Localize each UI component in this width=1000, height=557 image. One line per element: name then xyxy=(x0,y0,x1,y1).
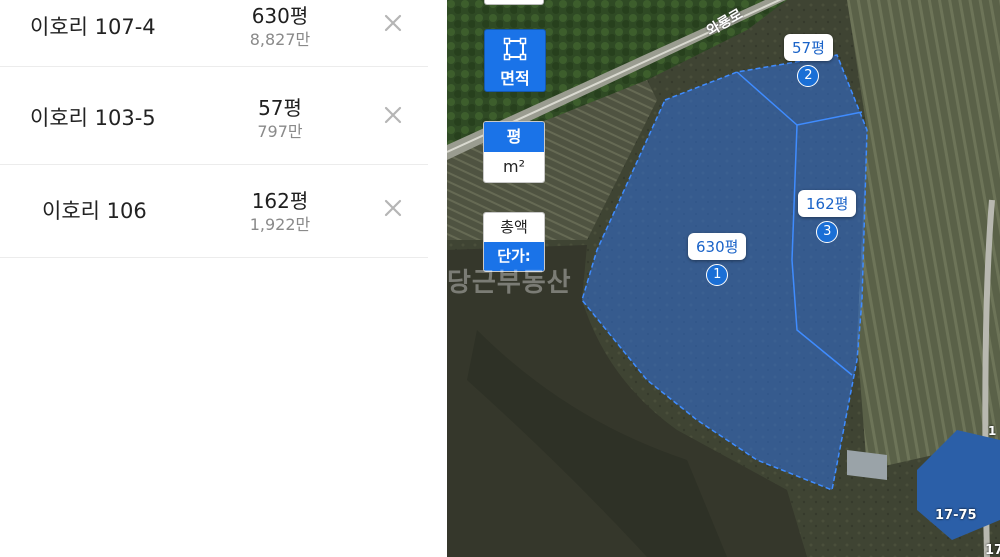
area-measure-button[interactable]: 면적 xyxy=(484,29,546,92)
area-button-label: 면적 xyxy=(500,69,530,88)
marker-label: 57평 xyxy=(784,34,833,61)
parcel-name: 이호리 107-4 xyxy=(30,15,156,39)
remove-icon[interactable] xyxy=(378,193,408,223)
total-price-button[interactable]: 총액 xyxy=(484,213,544,242)
unit-toggle: 평 m² xyxy=(483,121,545,183)
parcel-marker-2[interactable]: 57평 2 xyxy=(784,34,833,87)
unit-pyeong-button[interactable]: 평 xyxy=(484,122,544,152)
list-item[interactable]: 이호리 107-4 630평 8,827만 xyxy=(0,0,428,67)
parcel-name: 이호리 103-5 xyxy=(30,106,156,130)
parcel-number-label: 17-75 xyxy=(935,508,977,523)
marker-number: 3 xyxy=(816,221,839,243)
marker-label: 630평 xyxy=(688,233,747,260)
parcel-marker-3[interactable]: 162평 3 xyxy=(798,190,857,243)
panel-divider xyxy=(428,0,447,557)
parcel-number-label: 17 xyxy=(985,543,1000,557)
parcel-list: 이호리 107-4 630평 8,827만 이호리 103-5 57평 797만… xyxy=(0,0,447,557)
unit-sqm-button[interactable]: m² xyxy=(484,152,544,182)
remove-icon[interactable] xyxy=(378,8,408,38)
parcel-number-label: 1 xyxy=(988,424,997,438)
list-item[interactable]: 이호리 106 162평 1,922만 xyxy=(0,165,428,258)
parcel-price: 797만 xyxy=(257,122,303,141)
parcel-price: 1,922만 xyxy=(249,215,311,234)
parcel-marker-1[interactable]: 630평 1 xyxy=(688,233,747,286)
list-item[interactable]: 이호리 103-5 57평 797만 xyxy=(0,72,428,165)
satellite-map[interactable]: 면적 평 m² 총액 단가: 와룡로 당근부동산 630평 1 57평 2 16… xyxy=(447,0,1000,557)
parcel-area: 57평 xyxy=(258,96,302,120)
remove-icon[interactable] xyxy=(378,100,408,130)
parcel-area: 162평 xyxy=(251,189,309,213)
parcel-price: 8,827만 xyxy=(249,30,311,49)
parcel-area: 630평 xyxy=(251,4,309,28)
watermark: 당근부동산 xyxy=(447,268,572,298)
area-icon xyxy=(503,37,527,61)
marker-number: 2 xyxy=(797,65,820,87)
map-control-top xyxy=(484,0,544,5)
marker-number: 1 xyxy=(706,264,729,286)
parcel-name: 이호리 106 xyxy=(42,199,147,223)
marker-label: 162평 xyxy=(798,190,857,217)
